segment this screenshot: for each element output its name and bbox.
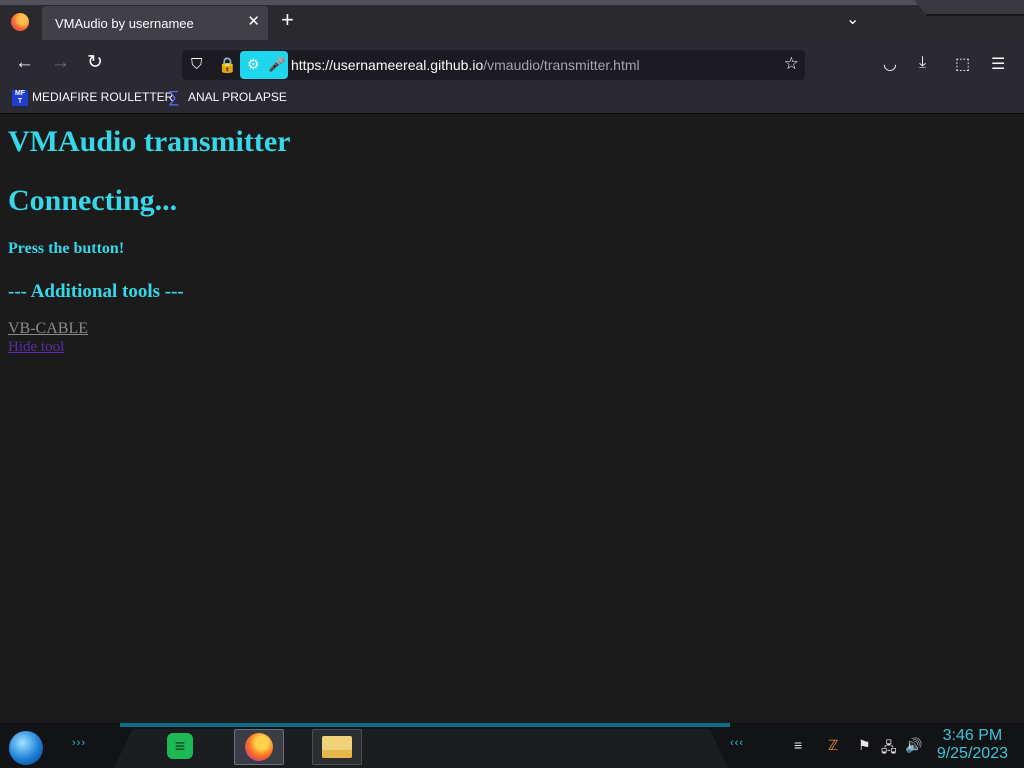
network-icon[interactable]: 🖧 <box>881 737 897 761</box>
connection-status: Connecting... <box>8 184 178 217</box>
url-text[interactable]: https://usernameereal.github.io/vmaudio/… <box>291 57 640 73</box>
firefox-view-icon[interactable] <box>11 13 29 31</box>
spotify-icon: ≡ <box>167 733 193 759</box>
instruction-text: Press the button! <box>8 240 125 257</box>
clock-date: 9/25/2023 <box>936 745 1008 762</box>
file-explorer-taskbar-button[interactable] <box>312 729 362 765</box>
clock[interactable]: 3:46 PM 9/25/2023 <box>937 727 1008 763</box>
nav-bar: ← → ↻ ⛉ 🔒 ⚙ 🎤 https://usernameereal.gith… <box>0 44 1024 84</box>
page-content: VMAudio transmitter Connecting... Press … <box>8 113 1016 723</box>
page-title: VMAudio transmitter <box>8 125 291 158</box>
taskbar-glow <box>120 723 730 727</box>
folder-icon <box>322 736 352 758</box>
window-top-edge <box>0 0 1024 5</box>
clock-time: 3:46 PM <box>942 727 1003 744</box>
flag-icon[interactable]: ⚑ <box>858 737 871 754</box>
tab-vmaudio[interactable]: VMAudio by usernamee ✕ <box>42 6 268 40</box>
firefox-icon <box>245 733 273 761</box>
start-button[interactable] <box>9 731 43 765</box>
new-tab-button[interactable]: + <box>281 9 294 31</box>
url-host: https://usernameereal.github.io <box>291 57 484 73</box>
spotify-taskbar-button[interactable]: ≡ <box>158 729 206 763</box>
chevrons-icon: ››› <box>72 737 86 749</box>
back-button[interactable]: ← <box>15 53 34 73</box>
close-icon[interactable]: ✕ <box>247 12 260 30</box>
url-path: /vmaudio/transmitter.html <box>483 57 640 73</box>
taskbar-panel <box>114 729 728 768</box>
chevron-down-icon[interactable]: ⌄ <box>846 9 859 29</box>
volume-icon[interactable]: 🔊 <box>905 737 922 754</box>
reload-button[interactable]: ↻ <box>87 53 103 73</box>
bookmark-label: MEDIAFIRE ROULETTER <box>32 90 174 105</box>
microphone-icon: 🎤 <box>268 56 286 72</box>
extensions-icon[interactable]: ⬚ <box>955 54 970 74</box>
settings-sliders-icon: ⚙ <box>247 56 260 72</box>
tray-app-icon[interactable]: ℤ <box>828 737 838 754</box>
menu-icon[interactable]: ☰ <box>991 54 1005 74</box>
firefox-taskbar-button[interactable] <box>234 729 284 765</box>
pocket-icon[interactable]: ◡ <box>883 54 897 74</box>
tab-title: VMAudio by usernamee <box>55 16 194 31</box>
shield-icon[interactable]: ⛉ <box>191 56 202 73</box>
permissions-button[interactable]: ⚙ 🎤 <box>240 51 288 79</box>
taskbar: ››› ≡ ‹‹‹ ≡ ℤ ⚑ 🖧 🔊 3:46 PM 9/25/2023 <box>0 723 1024 768</box>
chevrons-icon: ‹‹‹ <box>730 737 744 749</box>
hide-tool-link[interactable]: Hide tool <box>8 339 64 356</box>
star-icon[interactable]: ☆ <box>784 54 799 74</box>
lock-icon[interactable]: 🔒 <box>218 56 237 74</box>
vb-cable-link[interactable]: VB-CABLE <box>8 320 88 338</box>
sigma-icon: ∑ <box>168 89 180 106</box>
bookmark-mediafire[interactable]: MF T MEDIAFIRE ROULETTER <box>12 90 173 106</box>
section-heading: --- Additional tools --- <box>8 281 184 302</box>
bookmark-label: ANAL PROLAPSE <box>188 90 287 105</box>
mediafire-icon: MF T <box>12 90 28 106</box>
url-bar[interactable]: ⛉ 🔒 ⚙ 🎤 https://usernameereal.github.io/… <box>182 50 805 80</box>
bookmark-anal-prolapse[interactable]: ∑ ANAL PROLAPSE <box>168 90 287 106</box>
forward-button[interactable]: → <box>51 53 70 73</box>
show-desktop-icon[interactable]: ≡ <box>794 737 802 753</box>
bookmarks-bar: MF T MEDIAFIRE ROULETTER ∑ ANAL PROLAPSE <box>0 84 1024 114</box>
download-icon[interactable]: ⤓ <box>919 54 926 72</box>
tab-bar: VMAudio by usernamee ✕ + ⌄ <box>0 0 1024 44</box>
window-decoration <box>914 0 1024 16</box>
